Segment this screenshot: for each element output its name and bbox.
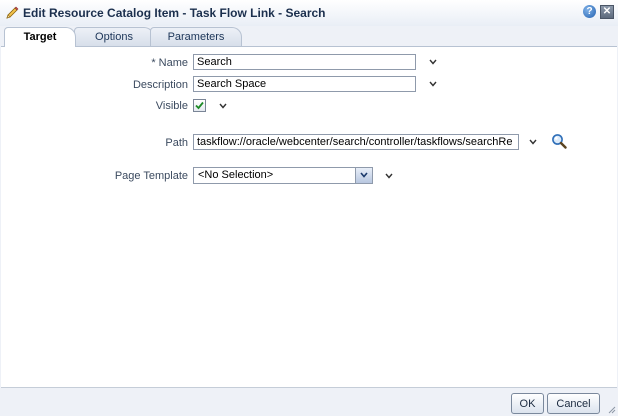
target-panel: * Name Search Description Search Space V… [1, 46, 617, 388]
description-label: Description [132, 79, 188, 91]
required-marker: * [151, 57, 156, 69]
help-icon[interactable]: ? [583, 5, 596, 18]
cancel-button[interactable]: Cancel [547, 393, 600, 414]
description-chevron-down-icon[interactable] [428, 79, 438, 89]
ok-button[interactable]: OK [511, 393, 544, 414]
visible-chevron-down-icon[interactable] [218, 101, 228, 111]
page-template-label: Page Template [114, 170, 188, 182]
pencil-icon [6, 6, 19, 19]
tab-bar: Target Options Parameters [0, 26, 618, 47]
name-label: * Name [151, 57, 188, 69]
path-label: Path [165, 137, 188, 149]
close-icon[interactable]: ✕ [600, 5, 614, 19]
dropdown-arrow-icon[interactable] [355, 168, 372, 183]
path-input[interactable]: taskflow://oracle/webcenter/search/contr… [193, 134, 519, 150]
page-template-selected: <No Selection> [198, 169, 274, 181]
tab-options[interactable]: Options [74, 27, 154, 46]
tab-target[interactable]: Target [4, 27, 76, 47]
dialog-title-bar: Edit Resource Catalog Item - Task Flow L… [0, 0, 618, 26]
visible-label: Visible [155, 100, 188, 112]
tab-parameters[interactable]: Parameters [150, 27, 242, 46]
description-input[interactable]: Search Space [193, 76, 416, 92]
name-chevron-down-icon[interactable] [428, 57, 438, 67]
name-input[interactable]: Search [193, 54, 416, 70]
visible-checkbox[interactable] [193, 99, 206, 112]
name-label-text: Name [158, 57, 188, 69]
resize-grip-icon[interactable] [606, 404, 616, 414]
page-template-chevron-down-icon[interactable] [384, 171, 394, 181]
dialog-title: Edit Resource Catalog Item - Task Flow L… [23, 6, 326, 20]
magnifier-icon[interactable] [551, 133, 567, 149]
page-template-select[interactable]: <No Selection> [193, 167, 373, 184]
path-chevron-down-icon[interactable] [528, 137, 538, 147]
